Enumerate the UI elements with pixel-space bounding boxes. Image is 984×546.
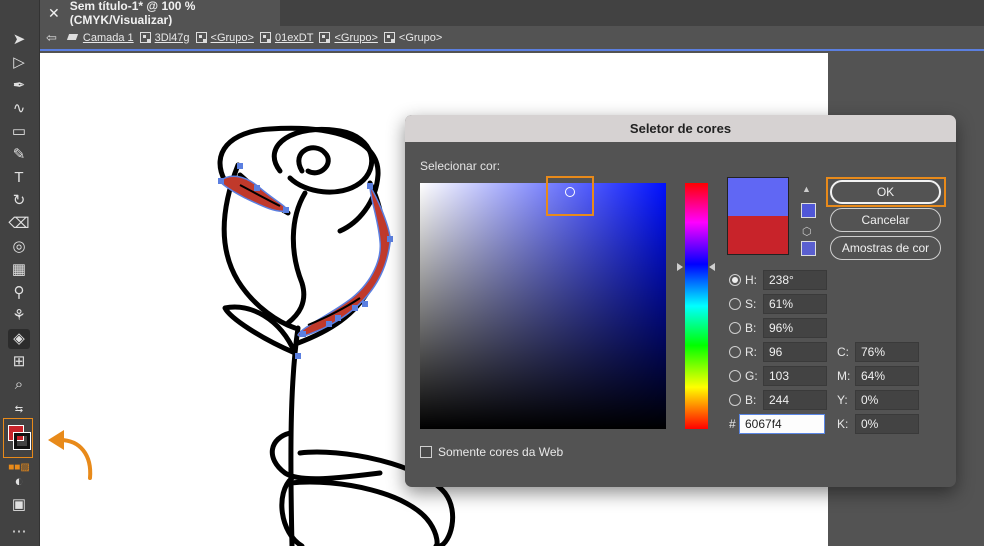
hue-radio[interactable] [729,274,741,286]
blue-field[interactable]: 244 [763,390,827,410]
web-colors-only-label: Somente cores da Web [438,445,564,459]
hue-slider[interactable] [685,183,708,429]
original-color-swatch[interactable] [728,216,788,254]
red-row: R: 96 [729,342,827,362]
hue-slider-left-handle[interactable] [677,263,683,271]
brightness-label: B: [745,321,757,335]
hue-row: H: 238° [729,270,827,290]
ok-button[interactable]: OK [830,180,941,204]
color-picker-dialog: Seletor de cores Selecionar cor: ▲ ⬡ H: … [405,115,956,487]
saturation-brightness-field[interactable] [420,183,666,429]
red-field[interactable]: 96 [763,342,827,362]
yellow-row: Y: 0% [837,390,919,410]
hue-field[interactable]: 238° [763,270,827,290]
gamut-color-swatch[interactable] [801,203,816,218]
black-label: K: [837,417,849,431]
yellow-field[interactable]: 0% [855,390,919,410]
yellow-label: Y: [837,393,848,407]
black-row: K: 0% [837,414,919,434]
hue-slider-right-handle[interactable] [709,263,715,271]
blue-radio[interactable] [729,394,741,406]
magenta-row: M: 64% [837,366,919,386]
green-field[interactable]: 103 [763,366,827,386]
web-safe-cube-icon: ⬡ [802,226,812,238]
cyan-label: C: [837,345,849,359]
out-of-gamut-icon: ▲ [802,184,811,194]
blue-row: B: 244 [729,390,827,410]
cyan-field[interactable]: 76% [855,342,919,362]
select-color-label: Selecionar cor: [420,159,501,173]
cancel-button[interactable]: Cancelar [830,208,941,232]
illustrator-window: ✕ Sem título-1* @ 100 % (CMYK/Visualizar… [0,0,984,546]
black-field[interactable]: 0% [855,414,919,434]
new-color-swatch [728,178,788,216]
saturation-radio[interactable] [729,298,741,310]
magenta-field[interactable]: 64% [855,366,919,386]
red-label: R: [745,345,757,359]
saturation-row: S: 61% [729,294,827,314]
dialog-title: Seletor de cores [405,115,956,142]
green-radio[interactable] [729,370,741,382]
web-colors-only-option[interactable]: Somente cores da Web [420,445,563,459]
brightness-radio[interactable] [729,322,741,334]
cyan-row: C: 76% [837,342,919,362]
marker-highlight-box [546,176,594,216]
web-safe-color-swatch[interactable] [801,241,816,256]
web-colors-only-checkbox[interactable] [420,446,432,458]
hex-field[interactable]: 6067f4 [739,414,825,434]
green-row: G: 103 [729,366,827,386]
brightness-field[interactable]: 96% [763,318,827,338]
green-label: G: [745,369,758,383]
brightness-row: B: 96% [729,318,827,338]
color-swatches-button[interactable]: Amostras de cor [830,236,941,260]
color-preview [727,177,789,255]
hex-row: # 6067f4 [729,414,825,434]
saturation-field[interactable]: 61% [763,294,827,314]
saturation-label: S: [745,297,757,311]
hue-label: H: [745,273,757,287]
magenta-label: M: [837,369,851,383]
red-radio[interactable] [729,346,741,358]
hex-label: # [729,417,736,431]
blue-label: B: [745,393,757,407]
